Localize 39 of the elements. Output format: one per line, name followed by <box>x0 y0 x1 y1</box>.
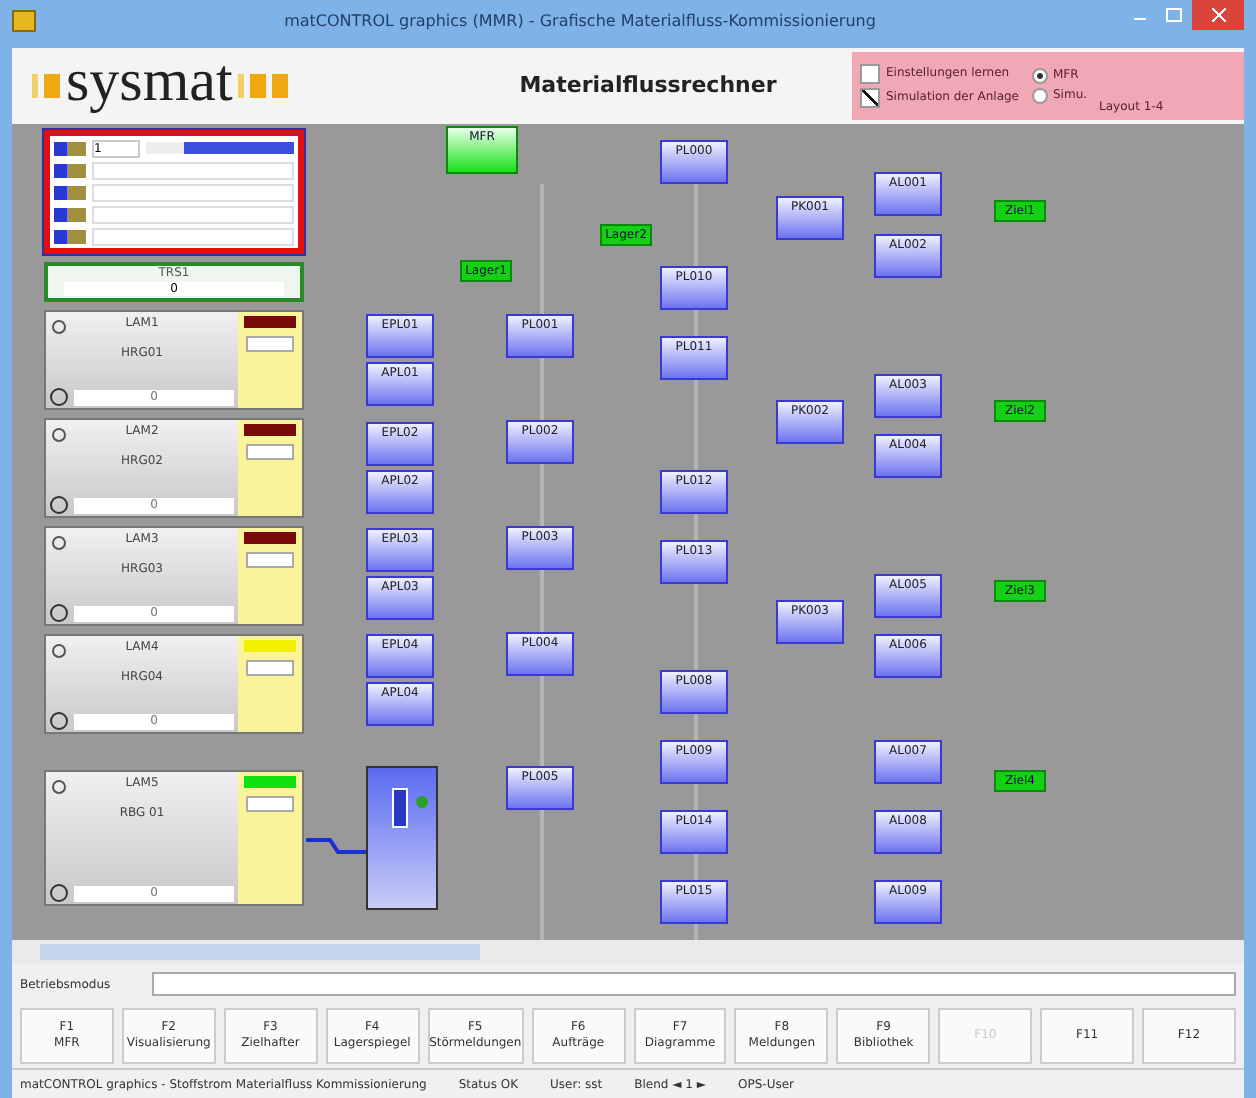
window-title: matCONTROL graphics (MMR) - Grafische Materialfluss-Kommissionierung <box>282 12 878 31</box>
control-icon <box>54 163 86 178</box>
settings-icon[interactable] <box>50 712 68 731</box>
radio-button[interactable] <box>1031 87 1047 104</box>
device-icon <box>52 319 66 334</box>
device-icon <box>52 535 66 550</box>
settings-icon[interactable] <box>50 388 68 407</box>
close-button[interactable] <box>1192 0 1244 30</box>
control-icon <box>54 185 86 200</box>
value-field[interactable] <box>92 205 294 224</box>
app-icon <box>12 10 36 33</box>
radio-button[interactable] <box>1031 67 1047 84</box>
value-field[interactable] <box>92 227 294 246</box>
checkbox[interactable] <box>860 63 880 84</box>
status-field[interactable] <box>246 659 294 676</box>
conveyor-icon <box>392 787 408 828</box>
device-icon <box>52 779 66 794</box>
status-field[interactable] <box>246 335 294 352</box>
settings-icon[interactable] <box>50 884 68 903</box>
command-field[interactable] <box>152 972 1236 997</box>
status-field[interactable] <box>246 443 294 460</box>
status-field[interactable] <box>246 795 294 812</box>
device-icon <box>52 643 66 658</box>
page-title: Materialflussrechner <box>517 72 779 99</box>
status-field[interactable] <box>246 551 294 568</box>
value-field[interactable] <box>92 183 294 202</box>
control-icon <box>54 207 86 222</box>
control-icon <box>54 229 86 244</box>
value-field[interactable] <box>92 161 294 180</box>
checkbox[interactable] <box>860 87 880 108</box>
control-icon <box>54 141 86 156</box>
scroll-thumb[interactable] <box>40 944 480 961</box>
connector-line <box>306 833 366 858</box>
device-icon <box>52 427 66 442</box>
settings-icon[interactable] <box>50 496 68 515</box>
settings-icon[interactable] <box>50 604 68 623</box>
status-dot <box>416 795 428 808</box>
logo: sysmat <box>12 51 444 120</box>
horizontal-scrollbar[interactable] <box>12 940 1244 965</box>
